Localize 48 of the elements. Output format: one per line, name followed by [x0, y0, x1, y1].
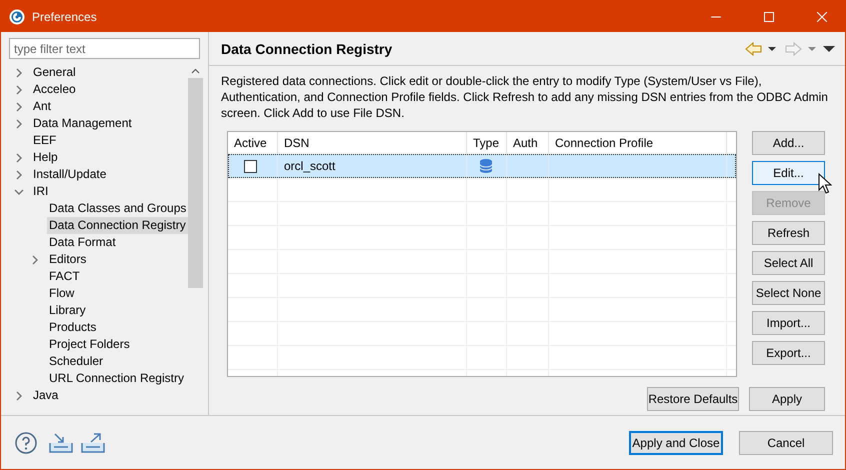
database-icon	[480, 159, 492, 173]
tree-item[interactable]: Install/Update	[31, 166, 108, 183]
back-arrow-icon[interactable]	[745, 40, 779, 56]
dialog-button[interactable]: Cancel	[739, 430, 833, 454]
side-button[interactable]: Import...	[752, 311, 825, 335]
tree-item[interactable]: Editors	[47, 251, 88, 268]
page-title: Data Connection Registry	[221, 40, 394, 56]
table-row[interactable]: orcl_scott	[228, 154, 736, 178]
tree-item[interactable]: Help	[31, 149, 60, 166]
tree-item[interactable]: Ant	[31, 98, 54, 115]
side-button[interactable]: Edit...	[752, 161, 825, 185]
tree-item[interactable]: Library	[47, 302, 88, 319]
tree-item[interactable]: General	[31, 64, 78, 81]
help-icon[interactable]	[15, 432, 37, 454]
tree-item[interactable]: Products	[47, 319, 98, 336]
page-button[interactable]: Apply	[749, 387, 825, 411]
description-text: Registered data connections. Click edit or double-click the entry to modify Type (System/User vs File), Authentication, and Connection Profile fields. Click Refresh to add any missing DSN entries from the ODBC Admin screen. Click Add to use File DSN.	[220, 73, 829, 121]
tree-item[interactable]: IRI	[31, 183, 50, 200]
menu-icon[interactable]	[823, 44, 835, 52]
close-icon[interactable]	[817, 12, 827, 22]
checkbox[interactable]	[244, 160, 257, 172]
tree-item[interactable]: Data Connection Registry	[47, 217, 188, 234]
tree-item[interactable]: FACT	[47, 268, 82, 285]
tree-item[interactable]: Acceleo	[31, 81, 78, 98]
tree-item[interactable]: Data Format	[47, 234, 118, 251]
tree-item[interactable]: Java	[31, 387, 60, 404]
tree-item[interactable]: EEF	[31, 132, 58, 149]
import-icon[interactable]	[49, 432, 73, 454]
export-icon[interactable]	[81, 432, 105, 454]
window-title: Preferences	[32, 10, 98, 24]
page-button[interactable]: Restore Defaults	[647, 387, 739, 411]
app-logo-icon	[9, 8, 25, 24]
tree-item[interactable]: Data Classes and Groups	[47, 200, 188, 217]
tree-item[interactable]: Project Folders	[47, 336, 132, 353]
side-button[interactable]: Add...	[752, 131, 825, 155]
side-button[interactable]: Select None	[752, 281, 825, 305]
dialog-button[interactable]: Apply and Close	[629, 430, 723, 454]
mouse-cursor-icon	[818, 173, 832, 195]
side-button[interactable]: Refresh	[752, 221, 825, 245]
dsn-text: orcl_scott	[284, 159, 336, 173]
filter-field[interactable]: type filter text	[9, 38, 200, 59]
maximize-icon[interactable]	[764, 12, 774, 22]
side-button[interactable]: Select All	[752, 251, 825, 275]
tree-item[interactable]: URL Connection Registry	[47, 370, 186, 387]
tree-item[interactable]: Scheduler	[47, 353, 106, 370]
side-button[interactable]: Export...	[752, 341, 825, 365]
tree-item[interactable]: Flow	[47, 285, 76, 302]
tree-item[interactable]: Data Management	[31, 115, 134, 132]
